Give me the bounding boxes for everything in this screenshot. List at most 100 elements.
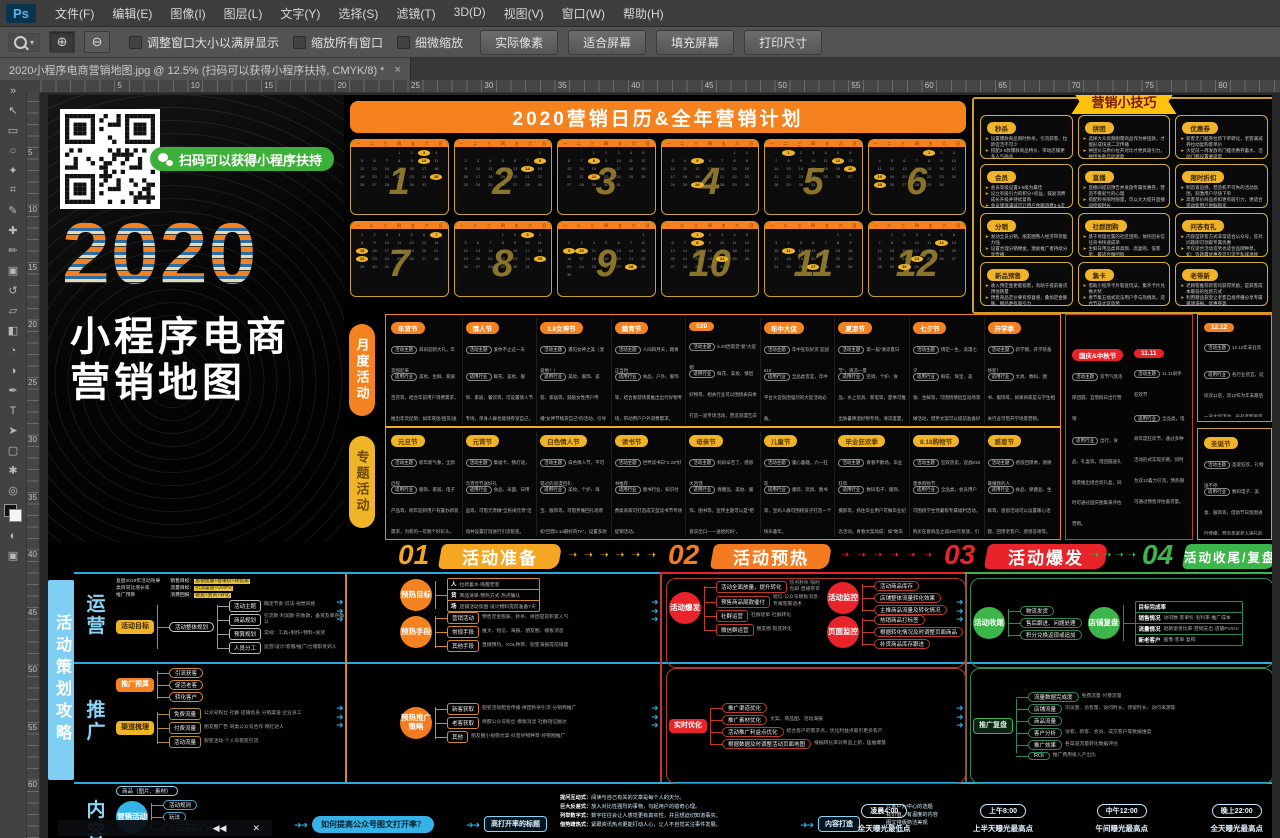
lasso-tool-icon[interactable]: ○: [3, 142, 23, 159]
month-calendar: 一二三四五六日612345678910111213141516171819202…: [868, 139, 967, 215]
content-pill: 商品（图片、素材）: [116, 786, 178, 796]
quick-select-tool-icon[interactable]: ✦: [3, 162, 23, 179]
stage-label: 活动预热: [733, 544, 809, 569]
activity-card: 读书节活动主题世界读书日“4.23”好书推荐适用行业图书行业、知识付费类商家可打…: [612, 431, 687, 537]
day-cell: 12: [356, 166, 368, 172]
option-button[interactable]: 打印尺寸: [744, 30, 822, 55]
healing-brush-tool-icon[interactable]: ✚: [3, 222, 23, 239]
checkbox[interactable]: [293, 36, 306, 49]
arrow-icon: ➝: [615, 548, 624, 561]
day-cell: [575, 150, 587, 156]
option-button[interactable]: 实际像素: [480, 30, 558, 55]
checkbox[interactable]: [129, 36, 142, 49]
day-cell: 31: [521, 264, 533, 270]
background-color-swatch[interactable]: [9, 509, 22, 522]
day-cell: 22: [832, 256, 844, 262]
zoom-out-button[interactable]: ⊖: [84, 31, 110, 53]
quick-mask-icon[interactable]: ◐: [3, 527, 23, 544]
menu-item[interactable]: 图像(I): [161, 2, 214, 25]
option-button[interactable]: 适合屏幕: [568, 30, 646, 55]
bullet-icon: ➤: [985, 191, 989, 203]
day-cell: 15: [497, 248, 509, 254]
day-cell: [472, 232, 484, 238]
weekday-label: 五: [825, 224, 829, 228]
day-cell: 12: [497, 166, 509, 172]
type-tool-icon[interactable]: T: [3, 402, 23, 419]
mindmap-leaf-text: 各渠道流量转化数据评估: [1065, 742, 1118, 748]
gradient-tool-icon[interactable]: ◧: [3, 322, 23, 339]
day-cell: 26: [600, 264, 612, 270]
tool-preset[interactable]: ▾: [8, 33, 40, 52]
menu-item[interactable]: 3D(D): [445, 2, 495, 25]
activity-industry: 适用行业童装、玩具、图书等，宝妈人群可围绕孩子打造一个快乐童年。: [764, 477, 832, 537]
move-tool-icon[interactable]: ↖: [3, 102, 23, 119]
bullet-icon: ➤: [985, 234, 989, 246]
path-select-tool-icon[interactable]: ➤: [3, 422, 23, 439]
menu-item[interactable]: 文件(F): [46, 2, 103, 25]
clone-stamp-tool-icon[interactable]: ▣: [3, 262, 23, 279]
table-key: 销售情况: [1139, 614, 1161, 622]
day-grid: 1234567891011121314151617181920212223242…: [662, 147, 759, 191]
day-cell: 14: [679, 248, 691, 254]
brush-tool-icon[interactable]: ✏: [3, 242, 23, 259]
day-cell: 8: [497, 240, 509, 246]
mindmap-pill: 热销商品打标签: [874, 615, 925, 625]
hand-tool-icon[interactable]: ✱: [3, 462, 23, 479]
stage-number: 04: [1142, 540, 1173, 570]
menu-item[interactable]: 编辑(E): [103, 2, 161, 25]
shape-tool-icon[interactable]: ▢: [3, 442, 23, 459]
activity-industry: 适用行业全品类皆宜，年中平台大促氛围强烈的大促活动必备。: [764, 364, 832, 424]
activity-card: 3.8女神节活动主题遇见女神之美（宠爱她！）适用行业美妆、服饰、美容、家居等，鼓…: [537, 318, 612, 424]
weekday-label: 四: [811, 224, 815, 228]
theme-tag: 活动主题: [391, 459, 417, 467]
menu-item[interactable]: 视图(V): [495, 2, 553, 25]
collapse-chevron-icon[interactable]: »: [3, 82, 23, 99]
day-cell: 30: [509, 264, 521, 270]
pen-tool-icon[interactable]: ✒: [3, 382, 23, 399]
rewind-icon[interactable]: ◀◀: [213, 823, 227, 834]
weekday-label: 六: [528, 142, 532, 146]
blur-tool-icon[interactable]: ◔: [3, 342, 23, 359]
day-cell: [704, 150, 716, 156]
mindmap-box: 预算规划: [229, 628, 261, 640]
horizontal-ruler[interactable]: 5101520253035404550556065707580: [26, 80, 1280, 93]
menu-item[interactable]: 选择(S): [329, 2, 387, 25]
day-cell: [563, 150, 575, 156]
day-cell: 5: [795, 240, 807, 246]
close-overlay-icon[interactable]: ✕: [252, 823, 260, 834]
menu-item[interactable]: 窗口(W): [553, 2, 614, 25]
zoom-tool-icon[interactable]: ◎: [3, 482, 23, 499]
day-cell: 9: [509, 240, 521, 246]
checkbox[interactable]: [397, 36, 410, 49]
activity-theme: 活动主题情定一生，浪漫七夕: [913, 337, 981, 361]
menu-item[interactable]: 滤镜(T): [387, 2, 444, 25]
option-button[interactable]: 填充屏幕: [656, 30, 734, 55]
mindmap-node: 推广复盘: [973, 718, 1013, 734]
close-tab-icon[interactable]: ×: [394, 64, 400, 76]
branches: 人拉新蓄水·唤醒老客货商品清单·预热方式·热点确认场店铺活动氛围·设计物料提前准…: [432, 578, 540, 612]
bullet-icon: ➤: [1180, 136, 1184, 148]
day-grid: 1234567891011121314151617181920212223242…: [455, 147, 552, 191]
screen-mode-icon[interactable]: ▣: [3, 547, 23, 564]
menu-item[interactable]: 文字(Y): [271, 2, 329, 25]
highlighted-day: 5: [691, 158, 703, 164]
canvas-area[interactable]: 扫码可以获得小程序扶持 2020 小程序电商 营销地图 2020营销日历&全年营…: [39, 92, 1280, 838]
menu-item[interactable]: 帮助(H): [614, 2, 673, 25]
dodge-tool-icon[interactable]: ◑: [3, 362, 23, 379]
eyedropper-tool-icon[interactable]: ✎: [3, 202, 23, 219]
marquee-tool-icon[interactable]: ▭: [3, 122, 23, 139]
menu-item[interactable]: 图层(L): [215, 2, 272, 25]
crop-tool-icon[interactable]: ⌗: [3, 182, 23, 199]
zoom-in-button[interactable]: ⊕: [49, 31, 75, 53]
band-divider: [386, 426, 1060, 428]
weekday-header: 一二三四五六日: [662, 222, 759, 229]
day-cell: 24: [667, 182, 679, 188]
eraser-tool-icon[interactable]: ▱: [3, 302, 23, 319]
weekday-label: 日: [853, 224, 857, 228]
industry-text: 全品类，会员用户可围绕学生党暑假专属福利活动，购买任意商品立减300元发放，引导…: [913, 487, 981, 537]
activity-industry: 适用行业数码电子、服饰、摄影等，抓住毕业用户可做毕业纪念活动，青春文案加成：如“…: [838, 477, 906, 537]
vertical-ruler[interactable]: 51015202530354045505560: [26, 92, 40, 838]
mindmap-root: 活动爆发: [669, 592, 701, 624]
document-tab[interactable]: 2020小程序电商营销地图.jpg @ 12.5% (扫码可以获得小程序扶持, …: [0, 58, 411, 80]
history-brush-tool-icon[interactable]: ↺: [3, 282, 23, 299]
